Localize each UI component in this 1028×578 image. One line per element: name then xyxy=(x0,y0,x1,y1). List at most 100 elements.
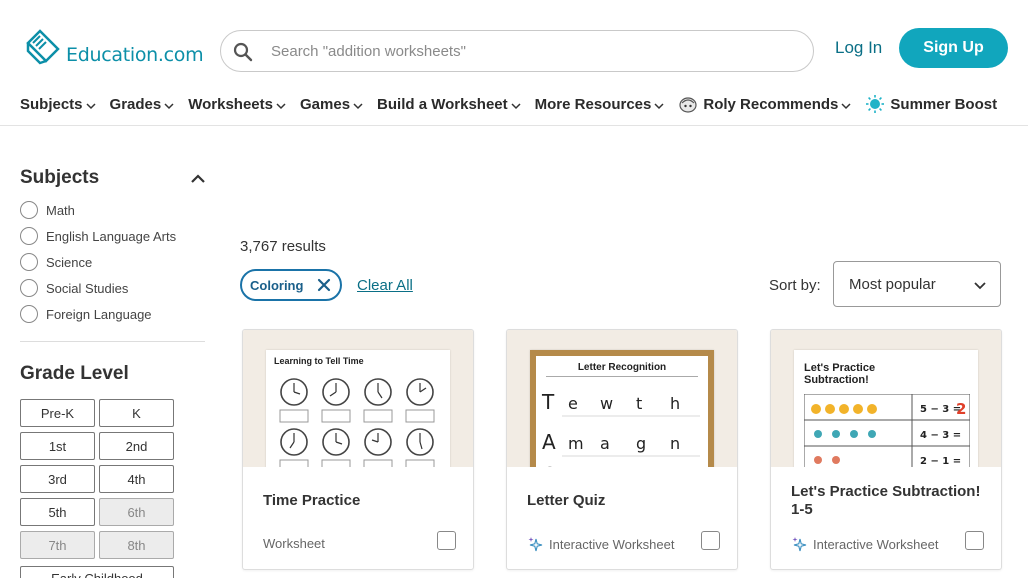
card-type-label: Worksheet xyxy=(263,536,325,551)
nav-roly-recommends[interactable]: Roly Recommends xyxy=(678,94,851,114)
subtraction-illustration: 5 − 3 = 4 − 3 = 2 − 1 = 2 xyxy=(804,394,970,467)
nav-label: Grades xyxy=(109,95,162,113)
card-type: Interactive Worksheet xyxy=(527,536,674,552)
grade-button-early-childhood[interactable]: Early Childhood xyxy=(20,566,174,578)
card-type-label: Interactive Worksheet xyxy=(549,536,675,552)
close-icon[interactable] xyxy=(316,277,332,293)
svg-text:n: n xyxy=(670,434,680,453)
chevron-down-icon xyxy=(841,102,851,109)
nav-worksheets[interactable]: Worksheets xyxy=(188,96,286,113)
svg-text:T: T xyxy=(541,390,555,414)
sort-label: Sort by: xyxy=(769,277,821,294)
svg-text:2: 2 xyxy=(956,400,966,418)
svg-text:w: w xyxy=(600,394,613,413)
nav-label: Roly Recommends xyxy=(703,95,839,113)
active-filter-chip[interactable]: Coloring xyxy=(240,269,342,301)
worksheet-preview: Learning to Tell Time xyxy=(266,350,450,467)
chevron-down-icon xyxy=(511,102,521,109)
card-checkbox[interactable] xyxy=(437,531,456,550)
filter-chip-label: Coloring xyxy=(250,277,304,293)
grade-button-3rd[interactable]: 3rd xyxy=(20,465,95,493)
roly-mascot-icon xyxy=(679,97,697,113)
radio-button[interactable] xyxy=(20,201,38,219)
sort-value: Most popular xyxy=(849,275,936,293)
worksheet-heading: Letter Recognition xyxy=(546,356,698,377)
svg-text:4 − 3 =: 4 − 3 = xyxy=(920,430,961,441)
svg-text:g: g xyxy=(636,434,646,453)
sidebar-divider xyxy=(20,341,205,342)
grade-button-5th[interactable]: 5th xyxy=(20,498,95,526)
nav-more-resources[interactable]: More Resources xyxy=(535,96,665,113)
subject-option-science[interactable]: Science xyxy=(20,253,92,271)
card-title[interactable]: Let's Practice Subtraction! 1-5 xyxy=(791,483,981,519)
worksheet-card[interactable]: Letter Recognition T e w t h A ma g n O Lette… xyxy=(506,329,738,570)
svg-text:O: O xyxy=(542,463,558,467)
nav-label: Build a Worksheet xyxy=(377,95,508,113)
clear-all-link[interactable]: Clear All xyxy=(357,277,413,294)
search-icon[interactable] xyxy=(233,42,253,62)
grade-button-7th[interactable]: 7th xyxy=(20,531,95,559)
nav-label: Summer Boost xyxy=(890,95,998,113)
grade-button-prek[interactable]: Pre-K xyxy=(20,399,95,427)
nav-games[interactable]: Games xyxy=(300,96,363,113)
sort-dropdown[interactable]: Most popular xyxy=(833,261,1001,307)
subject-label: English Language Arts xyxy=(46,228,177,244)
worksheet-heading: Let's Practice Subtraction! xyxy=(804,362,876,386)
sun-icon xyxy=(866,95,885,113)
subject-option-ela[interactable]: English Language Arts xyxy=(20,227,176,245)
nav-subjects[interactable]: Subjects xyxy=(20,96,96,113)
svg-text:e: e xyxy=(568,394,578,413)
radio-button[interactable] xyxy=(20,279,38,297)
subject-label: Science xyxy=(46,254,93,270)
subject-label: Foreign Language xyxy=(46,306,152,322)
svg-text:2 − 1 =: 2 − 1 = xyxy=(920,456,961,467)
card-checkbox[interactable] xyxy=(701,531,720,550)
search-input[interactable] xyxy=(271,42,791,60)
card-thumbnail[interactable]: Learning to Tell Time xyxy=(243,330,473,467)
clock-grid-illustration xyxy=(279,378,435,467)
grade-button-2nd[interactable]: 2nd xyxy=(99,432,174,460)
nav-grades[interactable]: Grades xyxy=(110,96,175,113)
grade-button-1st[interactable]: 1st xyxy=(20,432,95,460)
radio-button[interactable] xyxy=(20,227,38,245)
card-checkbox[interactable] xyxy=(965,531,984,550)
subject-option-math[interactable]: Math xyxy=(20,201,75,219)
grade-button-4th[interactable]: 4th xyxy=(99,465,174,493)
chevron-down-icon xyxy=(353,102,363,109)
main-nav: Subjects Grades Worksheets Games Build a… xyxy=(20,94,1011,114)
search-bar[interactable] xyxy=(220,30,814,72)
subject-option-social-studies[interactable]: Social Studies xyxy=(20,279,128,297)
results-count: 3,767 results xyxy=(240,238,326,255)
nav-divider xyxy=(0,125,1028,126)
worksheet-card[interactable]: Learning to Tell Time Time Practice Work… xyxy=(242,329,474,570)
nav-build-worksheet[interactable]: Build a Worksheet xyxy=(377,96,521,113)
card-thumbnail[interactable]: Letter Recognition T e w t h A ma g n O xyxy=(507,330,737,467)
chevron-down-icon xyxy=(654,102,664,109)
card-type: Interactive Worksheet xyxy=(791,536,938,552)
worksheet-card[interactable]: Let's Practice Subtraction! 5 − 3 = 4 − 3… xyxy=(770,329,1002,570)
grade-button-8th[interactable]: 8th xyxy=(99,531,174,559)
card-title[interactable]: Letter Quiz xyxy=(527,492,605,510)
signup-button[interactable]: Sign Up xyxy=(899,28,1008,68)
site-logo[interactable]: Education.com xyxy=(24,29,204,67)
chevron-up-icon[interactable] xyxy=(190,172,206,186)
svg-text:t: t xyxy=(636,394,642,413)
grade-button-k[interactable]: K xyxy=(99,399,174,427)
login-link[interactable]: Log In xyxy=(835,38,882,58)
svg-text:a: a xyxy=(600,434,610,453)
svg-text:5 − 3 =: 5 − 3 = xyxy=(920,404,961,415)
svg-text:A: A xyxy=(542,430,556,454)
chevron-down-icon xyxy=(86,102,96,109)
nav-label: More Resources xyxy=(534,95,652,113)
worksheet-preview: Let's Practice Subtraction! 5 − 3 = 4 − 3… xyxy=(794,350,978,467)
radio-button[interactable] xyxy=(20,305,38,323)
subject-option-foreign-language[interactable]: Foreign Language xyxy=(20,305,152,323)
chevron-down-icon xyxy=(974,282,986,290)
radio-button[interactable] xyxy=(20,253,38,271)
letter-grid-illustration: T e w t h A ma g n O xyxy=(541,390,700,467)
card-type: Worksheet xyxy=(263,536,325,551)
grade-button-6th[interactable]: 6th xyxy=(99,498,174,526)
nav-summer-boost[interactable]: Summer Boost xyxy=(865,94,997,114)
card-thumbnail[interactable]: Let's Practice Subtraction! 5 − 3 = 4 − 3… xyxy=(771,330,1001,467)
card-title[interactable]: Time Practice xyxy=(263,492,360,510)
